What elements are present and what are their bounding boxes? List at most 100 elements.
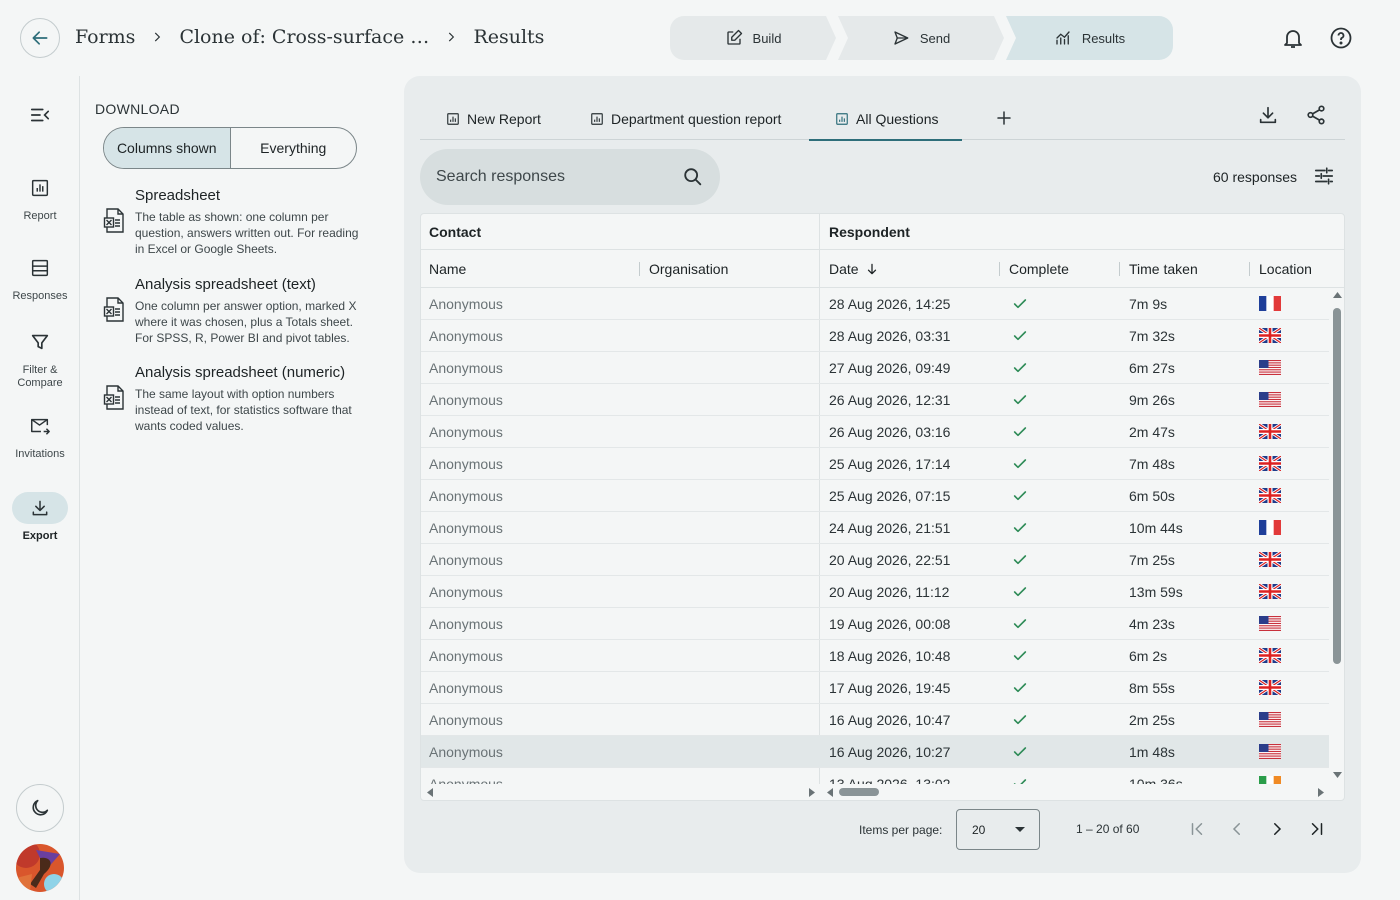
- table-row[interactable]: Anonymous 28 Aug 2026, 03:31 7m 32s: [421, 320, 1329, 352]
- cell-location: [1251, 736, 1329, 767]
- mail-send-icon: [31, 418, 50, 435]
- tab-new-report[interactable]: New Report: [446, 98, 541, 140]
- download-option-title: Analysis spreadsheet (text): [135, 276, 316, 293]
- breadcrumb-form[interactable]: Clone of: Cross-surface regr...: [179, 26, 429, 48]
- nav-item-export[interactable]: Export: [0, 492, 80, 543]
- flag-gb-icon: [1259, 648, 1281, 663]
- table-row[interactable]: Anonymous 18 Aug 2026, 10:48 6m 2s: [421, 640, 1329, 672]
- table-row[interactable]: Anonymous 26 Aug 2026, 03:16 2m 47s: [421, 416, 1329, 448]
- horizontal-scrollbar-thumb[interactable]: [839, 788, 879, 796]
- search-icon[interactable]: [682, 166, 704, 188]
- cell-organisation: [641, 288, 819, 319]
- cell-date: 19 Aug 2026, 00:08: [829, 615, 951, 632]
- response-count: 60 responses: [1213, 169, 1298, 185]
- scroll-left-arrow-icon[interactable]: [427, 788, 433, 797]
- horizontal-scrollbar[interactable]: [421, 784, 1329, 800]
- table-row[interactable]: Anonymous 25 Aug 2026, 07:15 6m 50s: [421, 480, 1329, 512]
- table-row[interactable]: Anonymous 16 Aug 2026, 10:27 1m 48s: [421, 736, 1329, 768]
- tune-icon[interactable]: [1313, 165, 1337, 189]
- scroll-down-arrow-icon[interactable]: [1333, 772, 1342, 778]
- nav-label-responses: Responses: [12, 290, 68, 302]
- table-row[interactable]: Anonymous 17 Aug 2026, 19:45 8m 55s: [421, 672, 1329, 704]
- help-icon[interactable]: [1329, 26, 1353, 50]
- add-tab-button[interactable]: [989, 98, 1019, 138]
- moon-icon: [32, 799, 49, 816]
- column-header-location[interactable]: Location: [1251, 250, 1331, 288]
- column-header-date[interactable]: Date: [821, 250, 999, 288]
- chevron-right-icon: [150, 30, 164, 44]
- previous-page-button[interactable]: [1224, 816, 1250, 842]
- items-per-page-value: 20: [972, 822, 986, 837]
- download-option-desc: One column per answer option, marked X w…: [135, 299, 357, 345]
- everything-option[interactable]: Everything: [231, 128, 357, 168]
- table-row[interactable]: Anonymous 28 Aug 2026, 14:25 7m 9s: [421, 288, 1329, 320]
- vertical-scrollbar[interactable]: [1329, 288, 1344, 784]
- step-send[interactable]: Send: [838, 16, 1004, 60]
- nav-label-export: Export: [22, 530, 58, 542]
- check-icon: [1013, 618, 1027, 628]
- nav-collapse-button[interactable]: [0, 104, 80, 126]
- arrow-left-icon: [32, 31, 48, 45]
- menu-collapse-icon: [30, 108, 50, 122]
- scroll-right-arrow-icon[interactable]: [809, 788, 815, 797]
- columns-shown-option[interactable]: Columns shown: [104, 128, 231, 168]
- tab-department-question-report[interactable]: Department question report: [590, 98, 781, 140]
- column-header-complete[interactable]: Complete: [1001, 250, 1119, 288]
- chevron-right-icon: [1274, 823, 1282, 835]
- tab-all-questions[interactable]: All Questions: [808, 98, 964, 141]
- table-row[interactable]: Anonymous 25 Aug 2026, 17:14 7m 48s: [421, 448, 1329, 480]
- cell-location: [1251, 320, 1329, 351]
- items-per-page-select[interactable]: 20: [956, 809, 1040, 850]
- last-page-button[interactable]: [1304, 816, 1330, 842]
- step-build[interactable]: Build: [670, 16, 836, 60]
- cell-location: [1251, 640, 1329, 671]
- download-report-icon[interactable]: [1257, 104, 1281, 128]
- scroll-right-arrow-icon[interactable]: [1318, 788, 1324, 797]
- table-row[interactable]: Anonymous 24 Aug 2026, 21:51 10m 44s: [421, 512, 1329, 544]
- flag-us-icon: [1259, 712, 1281, 727]
- column-header-organisation[interactable]: Organisation: [641, 250, 819, 288]
- nav-item-filter-compare[interactable]: Filter & Compare: [0, 326, 80, 390]
- column-header-name[interactable]: Name: [421, 250, 639, 288]
- flag-us-icon: [1259, 744, 1281, 759]
- table-row[interactable]: Anonymous 19 Aug 2026, 00:08 4m 23s: [421, 608, 1329, 640]
- analytics-icon: [1056, 31, 1070, 45]
- step-results-label: Results: [1081, 30, 1126, 46]
- table-row[interactable]: Anonymous 27 Aug 2026, 09:49 6m 27s: [421, 352, 1329, 384]
- flag-fr-icon: [1259, 520, 1281, 535]
- cell-complete: [1001, 576, 1119, 607]
- table-row[interactable]: Anonymous 26 Aug 2026, 12:31 9m 26s: [421, 384, 1329, 416]
- table-row[interactable]: Anonymous 20 Aug 2026, 11:12 13m 59s: [421, 576, 1329, 608]
- dark-mode-toggle[interactable]: [16, 784, 64, 832]
- column-header-time-taken[interactable]: Time taken: [1121, 250, 1249, 288]
- cell-complete: [1001, 288, 1119, 319]
- back-button[interactable]: [20, 18, 60, 58]
- table-row[interactable]: Anonymous 20 Aug 2026, 22:51 7m 25s: [421, 544, 1329, 576]
- nav-item-invitations[interactable]: Invitations: [0, 410, 80, 461]
- breadcrumb-forms[interactable]: Forms: [75, 26, 135, 48]
- user-avatar[interactable]: [16, 844, 64, 892]
- download-option-title: Spreadsheet: [135, 187, 221, 204]
- table-row[interactable]: Anonymous 16 Aug 2026, 10:47 2m 25s: [421, 704, 1329, 736]
- cell-organisation: [641, 768, 819, 784]
- cell-organisation: [641, 448, 819, 479]
- search-input[interactable]: [436, 168, 682, 186]
- vertical-scrollbar-thumb[interactable]: [1333, 308, 1341, 664]
- cell-location: [1251, 544, 1329, 575]
- first-page-button[interactable]: [1184, 816, 1210, 842]
- notifications-icon[interactable]: [1281, 26, 1305, 50]
- next-page-button[interactable]: [1264, 816, 1290, 842]
- table-row[interactable]: Anonymous 13 Aug 2026, 13:02 10m 36s: [421, 768, 1329, 784]
- nav-item-report[interactable]: Report: [0, 172, 80, 223]
- nav-item-responses[interactable]: Responses: [0, 252, 80, 303]
- column-resize-handle: [999, 262, 1000, 276]
- cell-complete: [1001, 640, 1119, 671]
- flag-gb-icon: [1259, 488, 1281, 503]
- step-results[interactable]: Results: [1006, 16, 1173, 60]
- scroll-up-arrow-icon[interactable]: [1333, 292, 1342, 298]
- cell-complete: [1001, 704, 1119, 735]
- scroll-left-arrow-icon[interactable]: [827, 788, 833, 797]
- group-header-contact: Contact: [429, 224, 482, 240]
- nav-label-report: Report: [23, 210, 57, 222]
- share-icon[interactable]: [1305, 104, 1329, 128]
